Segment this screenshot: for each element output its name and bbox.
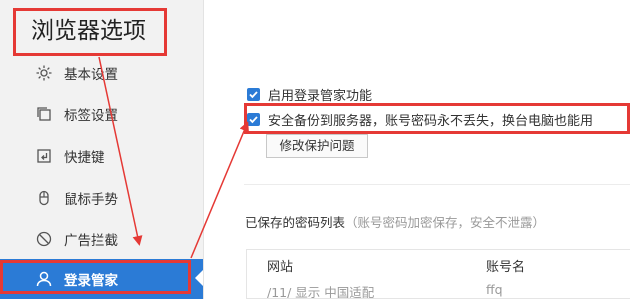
table-cell-website[interactable]: /11/ 显示 中国适配	[267, 282, 374, 298]
saved-list-title: 已保存的密码列表	[245, 215, 346, 230]
sidebar-item-ad-block[interactable]: 广告拦截	[0, 219, 203, 259]
sidebar-item-label: 广告拦截	[64, 233, 118, 249]
gear-icon	[34, 63, 54, 83]
checkbox-checked-icon[interactable]	[247, 88, 260, 101]
user-icon	[34, 269, 54, 289]
sidebar-item-label: 基本设置	[64, 67, 118, 83]
saved-passwords-label: 已保存的密码列表（账号密码加密保存，安全不泄露）	[245, 212, 545, 231]
modify-protection-question-button[interactable]: 修改保护问题	[266, 134, 368, 158]
option-backup-to-server[interactable]: 安全备份到服务器，账号密码永不丢失，换台电脑也能用	[247, 110, 593, 129]
table-cell-account[interactable]: ffq	[486, 282, 503, 297]
column-header-account: 账号名	[486, 260, 526, 275]
block-icon	[34, 229, 54, 249]
sidebar-item-label: 鼠标手势	[64, 192, 118, 208]
sidebar-item-label: 登录管家	[64, 273, 118, 289]
sidebar-item-tab-settings[interactable]: 标签设置	[0, 94, 203, 134]
window-title: 浏览器选项	[13, 8, 167, 56]
sidebar-item-mouse-gestures[interactable]: 鼠标手势	[0, 178, 203, 218]
sidebar-item-label: 标签设置	[64, 108, 118, 124]
sidebar-item-label: 快捷键	[64, 150, 105, 166]
option-label: 启用登录管家功能	[268, 89, 373, 104]
shortcut-icon	[34, 146, 54, 166]
sidebar-item-basic-settings[interactable]: 基本设置	[0, 53, 203, 93]
sidebar-item-login-manager[interactable]: 登录管家	[0, 259, 203, 299]
column-header-website: 网站	[267, 260, 294, 275]
tabs-icon	[34, 104, 54, 124]
option-enable-login-manager[interactable]: 启用登录管家功能	[247, 85, 372, 104]
sidebar: 浏览器选项 基本设置 标签设置 快捷键 鼠标手势 广告拦截 登录管家	[0, 0, 204, 299]
saved-list-note: （账号密码加密保存，安全不泄露）	[345, 215, 546, 230]
checkbox-checked-icon[interactable]	[247, 113, 260, 126]
saved-passwords-table: 网站 账号名 /11/ 显示 中国适配 ffq	[246, 249, 630, 299]
mouse-icon	[34, 188, 54, 208]
option-label: 安全备份到服务器，账号密码永不丢失，换台电脑也能用	[268, 114, 594, 129]
sidebar-item-shortcuts[interactable]: 快捷键	[0, 136, 203, 176]
divider	[244, 184, 630, 185]
